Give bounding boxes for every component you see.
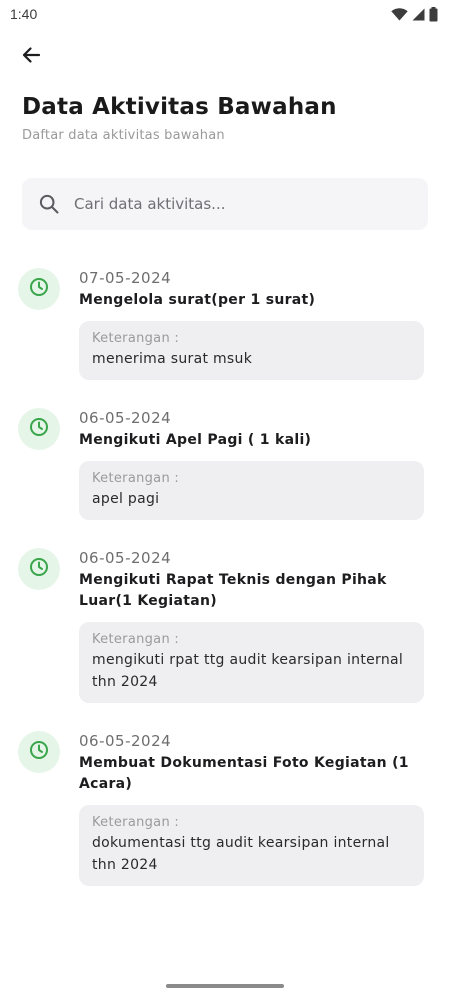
activity-title: Membuat Dokumentasi Foto Kegiatan (1 Aca… [79,755,409,792]
back-button[interactable] [14,40,48,74]
activity-icon-badge [18,268,60,310]
activity-title: Mengikuti Rapat Teknis dengan Pihak Luar… [79,572,387,609]
wifi-icon [391,7,408,21]
clock-icon [29,740,49,764]
activity-icon-badge [18,548,60,590]
activity-list: 07-05-2024 Mengelola surat(per 1 surat) … [0,266,450,886]
note-text: mengikuti rpat ttg audit kearsipan inter… [92,652,404,690]
status-time: 1:40 [10,6,38,22]
activity-item[interactable]: 07-05-2024 Mengelola surat(per 1 surat) … [0,266,450,380]
note-text: dokumentasi ttg audit kearsipan internal… [92,835,390,873]
page-title: Data Aktivitas Bawahan [22,94,337,120]
battery-icon [429,6,438,22]
search-input[interactable] [74,195,394,213]
activity-title: Mengikuti Apel Pagi ( 1 kali) [79,432,312,448]
arrow-left-icon [21,45,41,69]
activity-date: 06-05-2024 [79,409,172,427]
activity-date: 06-05-2024 [79,732,172,750]
status-icons [391,6,438,22]
clock-icon [29,557,49,581]
note-label: Keterangan : [92,471,180,486]
search-box[interactable] [22,178,428,230]
activity-item[interactable]: 06-05-2024 Mengikuti Apel Pagi ( 1 kali)… [0,406,450,520]
activity-item[interactable]: 06-05-2024 Membuat Dokumentasi Foto Kegi… [0,729,450,886]
signal-icon [412,8,425,21]
note-label: Keterangan : [92,632,180,647]
note-box: Keterangan : mengikuti rpat ttg audit ke… [79,622,424,703]
activity-date: 06-05-2024 [79,549,172,567]
status-bar: 1:40 [0,0,450,28]
note-label: Keterangan : [92,331,180,346]
activity-icon-badge [18,408,60,450]
activity-item[interactable]: 06-05-2024 Mengikuti Rapat Teknis dengan… [0,546,450,703]
activity-title: Mengelola surat(per 1 surat) [79,292,316,308]
page-subtitle: Daftar data aktivitas bawahan [22,128,225,143]
note-box: Keterangan : dokumentasi ttg audit kears… [79,805,424,886]
activity-date: 07-05-2024 [79,269,172,287]
clock-icon [29,417,49,441]
note-label: Keterangan : [92,815,180,830]
activity-icon-badge [18,731,60,773]
note-box: Keterangan : apel pagi [79,461,424,520]
home-indicator[interactable] [166,984,284,988]
note-text: menerima surat msuk [92,351,253,367]
note-box: Keterangan : menerima surat msuk [79,321,424,380]
clock-icon [29,277,49,301]
note-text: apel pagi [92,491,160,507]
search-icon [38,193,60,215]
